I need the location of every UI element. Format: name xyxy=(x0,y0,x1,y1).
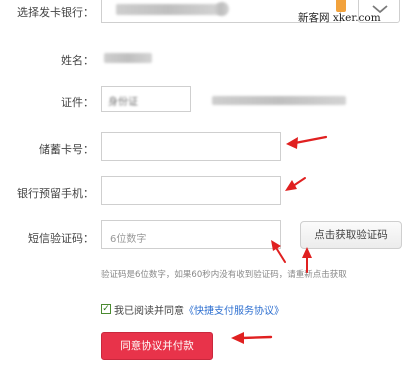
sms-hint: 验证码是6位数字，如果60秒内没有收到验证码，请重新点击获取 xyxy=(101,270,347,280)
sms-label: 短信验证码： xyxy=(28,232,94,245)
bank-logo-redacted xyxy=(215,2,229,16)
phone-label: 银行预留手机： xyxy=(17,187,94,200)
agreement-text: 我已阅读并同意《快捷支付服务协议》 xyxy=(114,302,284,317)
agree-prefix: 我已阅读并同意 xyxy=(114,306,184,317)
agree-checkbox[interactable]: ✓ xyxy=(101,304,111,314)
sms-code-input[interactable]: 6位数字 xyxy=(101,220,281,249)
id-number-redacted xyxy=(212,96,346,105)
watermark: 新客网 xker.com xyxy=(298,12,381,24)
bank-label: 选择发卡银行： xyxy=(17,6,94,19)
id-label: 证件： xyxy=(61,96,94,109)
sms-code-placeholder: 6位数字 xyxy=(110,234,147,245)
id-type-select[interactable]: 身份证 xyxy=(101,86,191,112)
name-value-redacted xyxy=(104,53,152,63)
card-label: 储蓄卡号： xyxy=(39,143,94,156)
checkmark-icon: ✓ xyxy=(102,304,110,314)
agree-and-pay-button[interactable]: 同意协议并付款 xyxy=(101,332,213,360)
bank-name-redacted xyxy=(116,4,221,15)
phone-input[interactable] xyxy=(101,176,281,205)
card-number-input[interactable] xyxy=(101,132,281,161)
agreement-link[interactable]: 《快捷支付服务协议》 xyxy=(184,306,284,317)
id-type-value: 身份证 xyxy=(108,97,138,108)
name-label: 姓名： xyxy=(61,54,94,67)
get-code-button[interactable]: 点击获取验证码 xyxy=(300,221,402,249)
